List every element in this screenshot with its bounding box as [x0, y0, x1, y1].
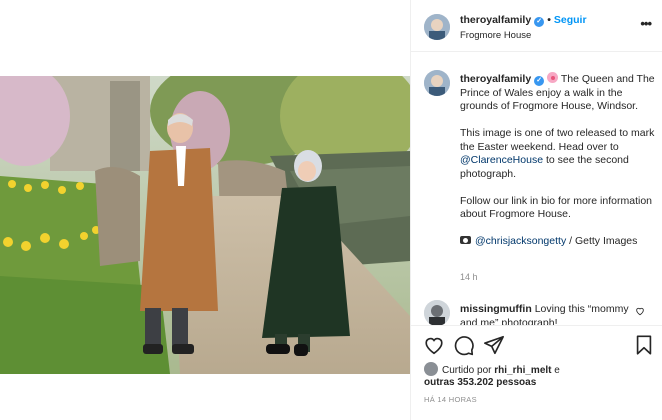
comment-like-heart-icon[interactable] [635, 306, 645, 316]
caption-username[interactable]: theroyalfamily [460, 73, 531, 85]
liked-prefix: Curtido por [442, 365, 492, 376]
commenter-avatar[interactable] [424, 300, 450, 325]
post-side-panel: theroyalfamily ✓ • Seguir Frogmore House ••… [410, 0, 662, 420]
separator-dot: • [547, 14, 551, 26]
share-icon[interactable] [483, 334, 505, 356]
caption-paragraph-2: This image is one of two released to mar… [460, 127, 655, 181]
more-options-icon[interactable]: ••• [640, 16, 652, 31]
commenter-username[interactable]: missingmuffin [460, 303, 532, 315]
post-caption: theroyalfamily ✓ The Queen and The Prince… [460, 72, 655, 262]
caption-credit: / Getty Images [569, 235, 638, 247]
caption-paragraph-4: @chrisjacksongetty / Getty Images [460, 235, 655, 249]
comment-text-block: missingmuffin Loving this “mommy and me”… [460, 302, 630, 325]
verified-badge-icon: ✓ [534, 76, 545, 86]
caption-area: theroyalfamily ✓ The Queen and The Prince… [411, 52, 662, 325]
caption-text-2: This image is one of two released to mar… [460, 127, 655, 153]
caption-paragraph-3: Follow our link in bio for more informat… [460, 195, 655, 222]
author-avatar[interactable] [424, 14, 450, 40]
post-photo[interactable] [0, 76, 410, 374]
post-image-area [0, 0, 410, 420]
likes-count[interactable]: outras 353.202 pessoas [424, 377, 536, 388]
verified-badge-icon: ✓ [534, 17, 545, 27]
author-username[interactable]: theroyalfamily [460, 14, 531, 26]
camera-icon [460, 236, 471, 244]
post-location[interactable]: Frogmore House [460, 30, 531, 41]
liked-conj: e [554, 365, 560, 376]
mention-clarencehouse[interactable]: @ClarenceHouse [460, 154, 543, 166]
caption-text-4: Follow our link in bio for more informat… [460, 194, 652, 221]
heart-icon[interactable] [423, 334, 445, 356]
comment-item: missingmuffin Loving this “mommy and me”… [411, 296, 662, 325]
cherry-blossom-icon [547, 72, 559, 83]
post-photo-image [0, 76, 410, 374]
caption-paragraph-1: theroyalfamily ✓ The Queen and The Prince… [460, 72, 655, 114]
caption-time[interactable]: 14 h [460, 272, 478, 282]
post-actions: Curtido por rhi_rhi_melt e outras 353.20… [411, 325, 662, 420]
follow-button[interactable]: Seguir [554, 14, 587, 26]
header-author-line: theroyalfamily ✓ • Seguir [460, 14, 587, 27]
liked-by-line: Curtido por rhi_rhi_melt e [424, 362, 560, 378]
comment-icon[interactable] [453, 334, 475, 356]
post-header: theroyalfamily ✓ • Seguir Frogmore House ••… [411, 0, 662, 52]
liker-avatar[interactable] [424, 362, 438, 376]
post-timestamp[interactable]: HÁ 14 HORAS [424, 395, 477, 404]
mention-photographer[interactable]: @chrisjacksongetty [475, 235, 566, 247]
caption-author-avatar[interactable] [424, 70, 450, 96]
liker-username[interactable]: rhi_rhi_melt [494, 365, 551, 376]
bookmark-icon[interactable] [633, 334, 655, 356]
